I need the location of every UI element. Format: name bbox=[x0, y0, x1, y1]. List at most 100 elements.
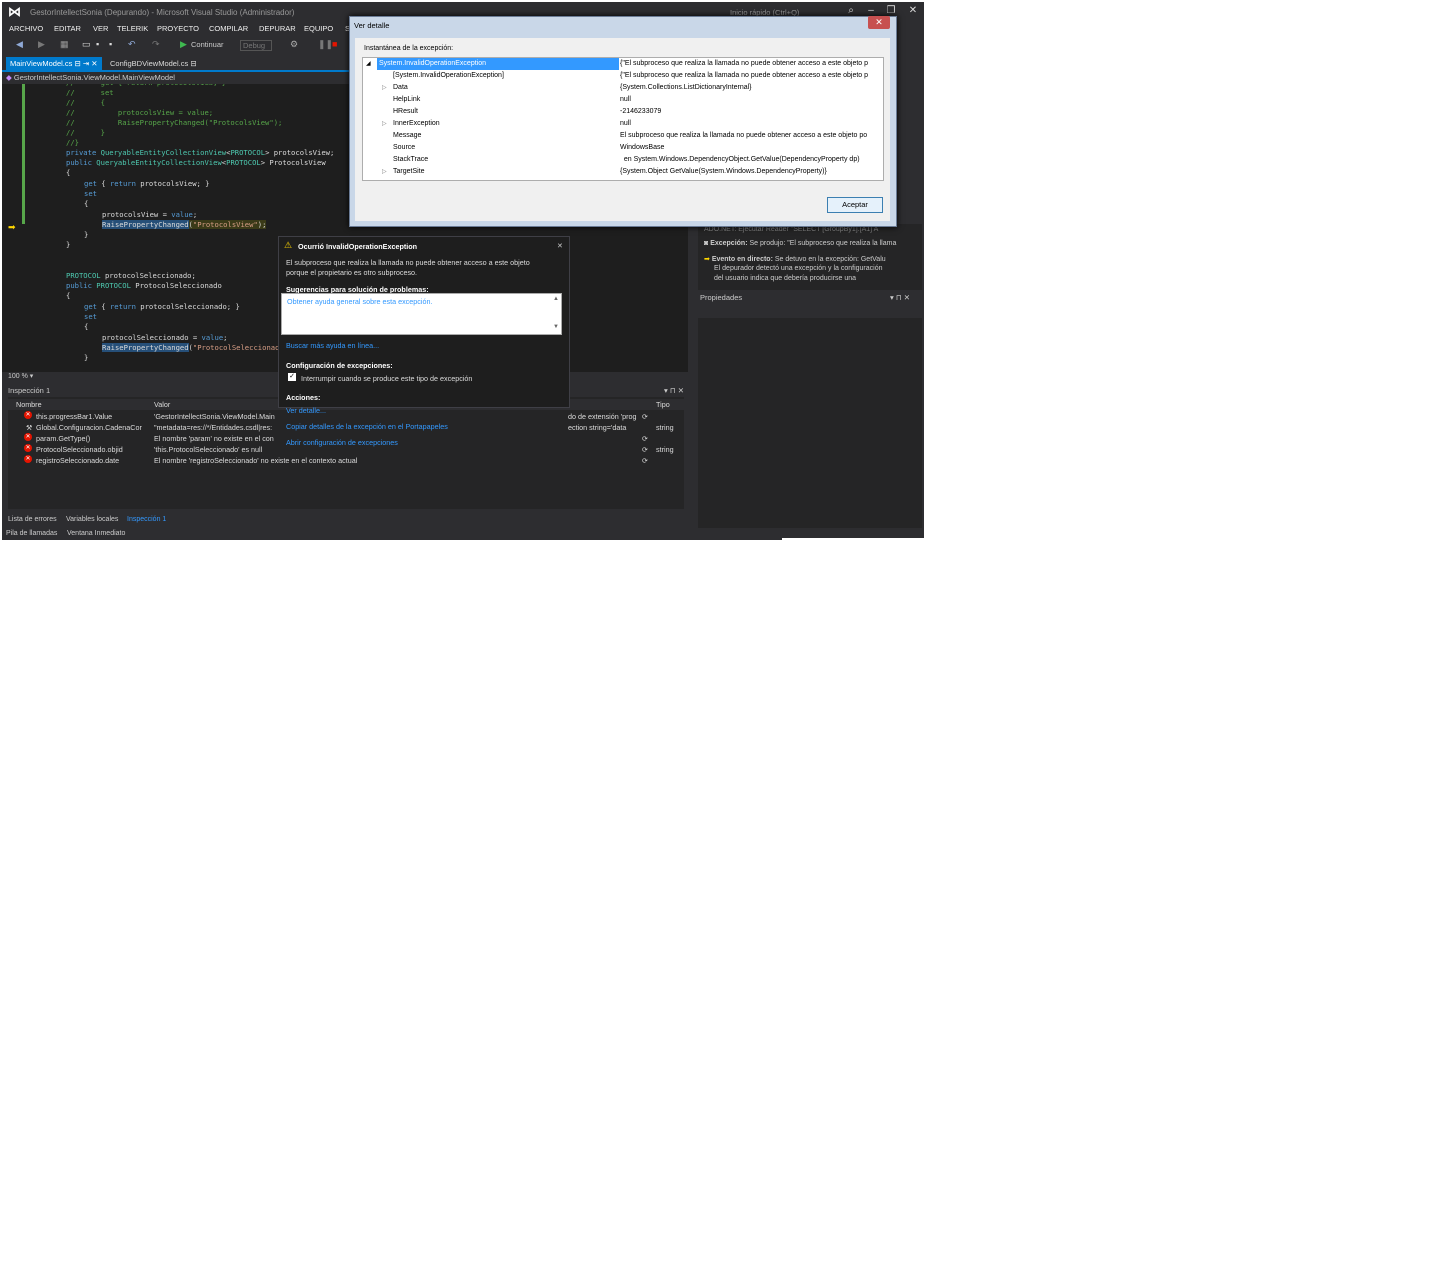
config-dropdown[interactable]: Debug bbox=[240, 40, 273, 51]
properties-title: Propiedades ▾ ⊓ ✕ bbox=[700, 293, 911, 302]
continue-button[interactable]: Continuar bbox=[191, 40, 224, 49]
save-icon[interactable]: ▪ bbox=[96, 39, 99, 49]
grid-row-name[interactable]: StackTrace bbox=[393, 154, 428, 166]
break-checkbox[interactable]: ✓ bbox=[288, 373, 296, 381]
tab-error-list[interactable]: Lista de errores bbox=[8, 514, 57, 526]
menu-editar[interactable]: EDITAR bbox=[54, 24, 81, 33]
expand-icon[interactable]: ▷ bbox=[382, 82, 387, 94]
menu-compilar[interactable]: COMPILAR bbox=[209, 24, 248, 33]
attach-icon[interactable]: ⚙ bbox=[290, 39, 298, 50]
search-icon[interactable]: ⌕ bbox=[844, 5, 858, 16]
back-icon[interactable]: ◀ bbox=[16, 39, 23, 50]
scroll-down-icon[interactable]: ▼ bbox=[553, 324, 559, 330]
table-row[interactable]: ✕ this.progressBar1.Value 'GestorIntelle… bbox=[8, 411, 684, 422]
column-name[interactable]: Nombre bbox=[16, 399, 42, 410]
divider bbox=[782, 538, 924, 540]
grid-row-value: -2146233079 bbox=[620, 108, 662, 115]
exception-title: Ocurrió InvalidOperationException bbox=[298, 242, 418, 251]
view-details-link[interactable]: Ver detalle... bbox=[286, 406, 326, 415]
watch-name: registroSeleccionado.date bbox=[36, 456, 120, 465]
grid-row-name[interactable]: HelpLink bbox=[393, 94, 420, 106]
menu-telerik[interactable]: TELERIK bbox=[117, 24, 148, 33]
watch-value-tail: ection string='data bbox=[568, 423, 627, 432]
grid-row-name[interactable]: Data bbox=[393, 82, 408, 94]
grid-row-name[interactable]: HResult bbox=[393, 106, 418, 118]
vs-logo-icon: ⋈ bbox=[8, 4, 21, 19]
refresh-icon[interactable]: ⟳ bbox=[642, 433, 648, 444]
redo-icon[interactable]: ↷ bbox=[152, 39, 160, 50]
suggestion-link[interactable]: Obtener ayuda general sobre esta excepci… bbox=[287, 297, 432, 306]
close-icon[interactable]: ✕ bbox=[906, 5, 920, 16]
minimize-icon[interactable]: – bbox=[864, 5, 878, 16]
save-all-icon[interactable]: ▪ bbox=[109, 39, 112, 49]
grid-row-value: {System.Collections.ListDictionaryIntern… bbox=[620, 84, 752, 91]
grid-row-name[interactable]: InnerException bbox=[393, 118, 440, 130]
tab-call-stack[interactable]: Pila de llamadas bbox=[6, 528, 57, 540]
continue-icon[interactable]: ▶ bbox=[180, 39, 187, 50]
event-live[interactable]: ➡ Evento en directo: Se detuvo en la exc… bbox=[704, 255, 886, 263]
event-ado[interactable]: ADO.NET: Ejecutar Reader "SELECT [GroupB… bbox=[704, 226, 878, 233]
tab-configbdviewmodel[interactable]: ConfigBDViewModel.cs ⊟ bbox=[110, 57, 197, 70]
grid-row-value: WindowsBase bbox=[620, 144, 665, 151]
ok-button[interactable]: Aceptar bbox=[827, 197, 883, 213]
settings-header: Configuración de excepciones: bbox=[286, 361, 393, 370]
forward-icon[interactable]: ▶ bbox=[38, 39, 45, 50]
grid-row-name[interactable]: Source bbox=[393, 142, 415, 154]
dialog-close-button[interactable]: ✕ bbox=[868, 16, 890, 29]
watch-name: param.GetType() bbox=[36, 434, 91, 443]
copy-details-link[interactable]: Copiar detalles de la excepción en el Po… bbox=[286, 422, 448, 431]
menu-archivo[interactable]: ARCHIVO bbox=[9, 24, 43, 33]
tab-mainviewmodel[interactable]: MainViewModel.cs ⊟ ⇥ ✕ bbox=[6, 57, 102, 70]
watch-value: El nombre 'param' no existe en el con bbox=[154, 434, 274, 443]
event-exception[interactable]: ◙ Excepción: Se produjo: "El subproceso … bbox=[704, 240, 896, 247]
pause-icon[interactable]: ❚❚ bbox=[318, 39, 333, 50]
error-icon: ✕ bbox=[24, 433, 32, 441]
grid-row-name[interactable]: Message bbox=[393, 130, 421, 142]
more-help-link[interactable]: Buscar más ayuda en línea... bbox=[286, 341, 379, 350]
new-project-icon[interactable]: ▦ bbox=[60, 39, 69, 50]
tab-label: ConfigBDViewModel.cs bbox=[110, 59, 189, 68]
zoom-level[interactable]: 100 % bbox=[8, 373, 28, 380]
table-row[interactable]: ✕ registroSeleccionado.date El nombre 'r… bbox=[8, 455, 684, 466]
watch-value: El nombre 'registroSeleccionado' no exis… bbox=[154, 456, 358, 465]
watch-type: string bbox=[656, 423, 674, 432]
stop-icon[interactable]: ■ bbox=[332, 39, 337, 49]
scroll-up-icon[interactable]: ▲ bbox=[553, 296, 559, 302]
collapse-icon[interactable]: ◢ bbox=[366, 58, 371, 70]
dialog-title: Ver detalle bbox=[354, 21, 390, 30]
tab-immediate[interactable]: Ventana Inmediato bbox=[67, 528, 125, 540]
grid-row-value: {"El subproceso que realiza la llamada n… bbox=[620, 60, 869, 67]
expand-icon[interactable]: ▷ bbox=[382, 118, 387, 130]
menu-ver[interactable]: VER bbox=[93, 24, 108, 33]
event-text: Se produjo: "El subproceso que realiza l… bbox=[749, 240, 897, 247]
menu-depurar[interactable]: DEPURAR bbox=[259, 24, 296, 33]
event-detail: del usuario indica que debería producirs… bbox=[714, 275, 857, 282]
restore-icon[interactable]: ❐ bbox=[884, 5, 898, 16]
menu-equipo[interactable]: EQUIPO bbox=[304, 24, 333, 33]
watch-value: 'this.ProtocolSeleccionado' es null bbox=[154, 445, 263, 454]
watch-type: string bbox=[656, 445, 674, 454]
break-checkbox-label: Interrumpir cuando se produce este tipo … bbox=[301, 374, 473, 383]
open-icon[interactable]: ▭ bbox=[82, 39, 91, 50]
refresh-icon[interactable]: ⟳ bbox=[642, 444, 648, 455]
error-icon: ✕ bbox=[24, 411, 32, 419]
column-type[interactable]: Tipo bbox=[656, 399, 670, 410]
watch-name: Global.Configuracion.CadenaCor bbox=[36, 423, 142, 432]
refresh-icon[interactable]: ⟳ bbox=[642, 455, 648, 466]
close-icon[interactable]: ✕ bbox=[557, 241, 563, 250]
tab-locals[interactable]: Variables locales bbox=[66, 514, 118, 526]
tab-watch[interactable]: Inspección 1 bbox=[127, 514, 166, 526]
expand-icon[interactable]: ▷ bbox=[382, 166, 387, 178]
grid-row-name[interactable]: TargetSite bbox=[393, 166, 425, 178]
menu-proyecto[interactable]: PROYECTO bbox=[157, 24, 199, 33]
watch-title: Inspección 1 bbox=[8, 386, 51, 395]
undo-icon[interactable]: ↶ bbox=[128, 39, 136, 50]
refresh-icon[interactable]: ⟳ bbox=[642, 411, 648, 422]
grid-row-name[interactable]: [System.InvalidOperationException] bbox=[393, 70, 504, 82]
grid-row-name[interactable]: System.InvalidOperationException bbox=[377, 58, 619, 70]
current-statement-arrow-icon: ➡ bbox=[8, 222, 16, 232]
grid-row-value: en System.Windows.DependencyObject.GetVa… bbox=[620, 156, 860, 163]
column-value[interactable]: Valor bbox=[154, 399, 170, 410]
open-settings-link[interactable]: Abrir configuración de excepciones bbox=[286, 438, 398, 447]
window-title: GestorIntellectSonia (Depurando) - Micro… bbox=[30, 8, 295, 17]
